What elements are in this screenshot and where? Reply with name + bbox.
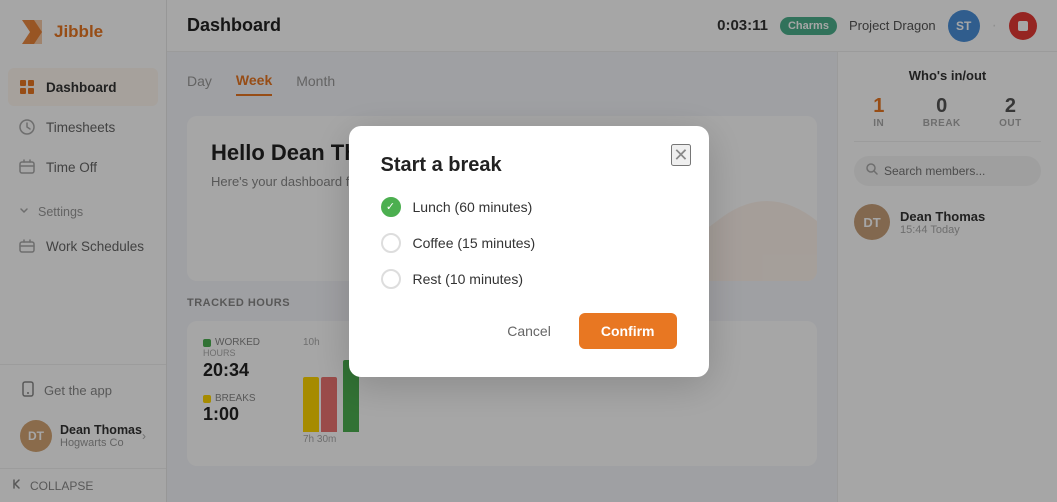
- break-option-rest[interactable]: Rest (10 minutes): [381, 269, 677, 289]
- break-label-coffee: Coffee (15 minutes): [413, 235, 536, 251]
- radio-coffee: [381, 233, 401, 253]
- modal-overlay[interactable]: Start a break ✕ ✓ Lunch (60 minutes) Cof…: [0, 0, 1057, 502]
- radio-rest: [381, 269, 401, 289]
- modal-actions: Cancel Confirm: [381, 313, 677, 349]
- radio-lunch: ✓: [381, 197, 401, 217]
- start-break-modal: Start a break ✕ ✓ Lunch (60 minutes) Cof…: [349, 126, 709, 377]
- break-option-coffee[interactable]: Coffee (15 minutes): [381, 233, 677, 253]
- radio-lunch-check: ✓: [386, 200, 395, 213]
- modal-title: Start a break: [381, 154, 677, 177]
- confirm-button[interactable]: Confirm: [579, 313, 677, 349]
- break-option-lunch[interactable]: ✓ Lunch (60 minutes): [381, 197, 677, 217]
- cancel-button[interactable]: Cancel: [491, 313, 567, 349]
- break-label-lunch: Lunch (60 minutes): [413, 199, 533, 215]
- break-label-rest: Rest (10 minutes): [413, 271, 523, 287]
- modal-close-button[interactable]: ✕: [671, 144, 690, 166]
